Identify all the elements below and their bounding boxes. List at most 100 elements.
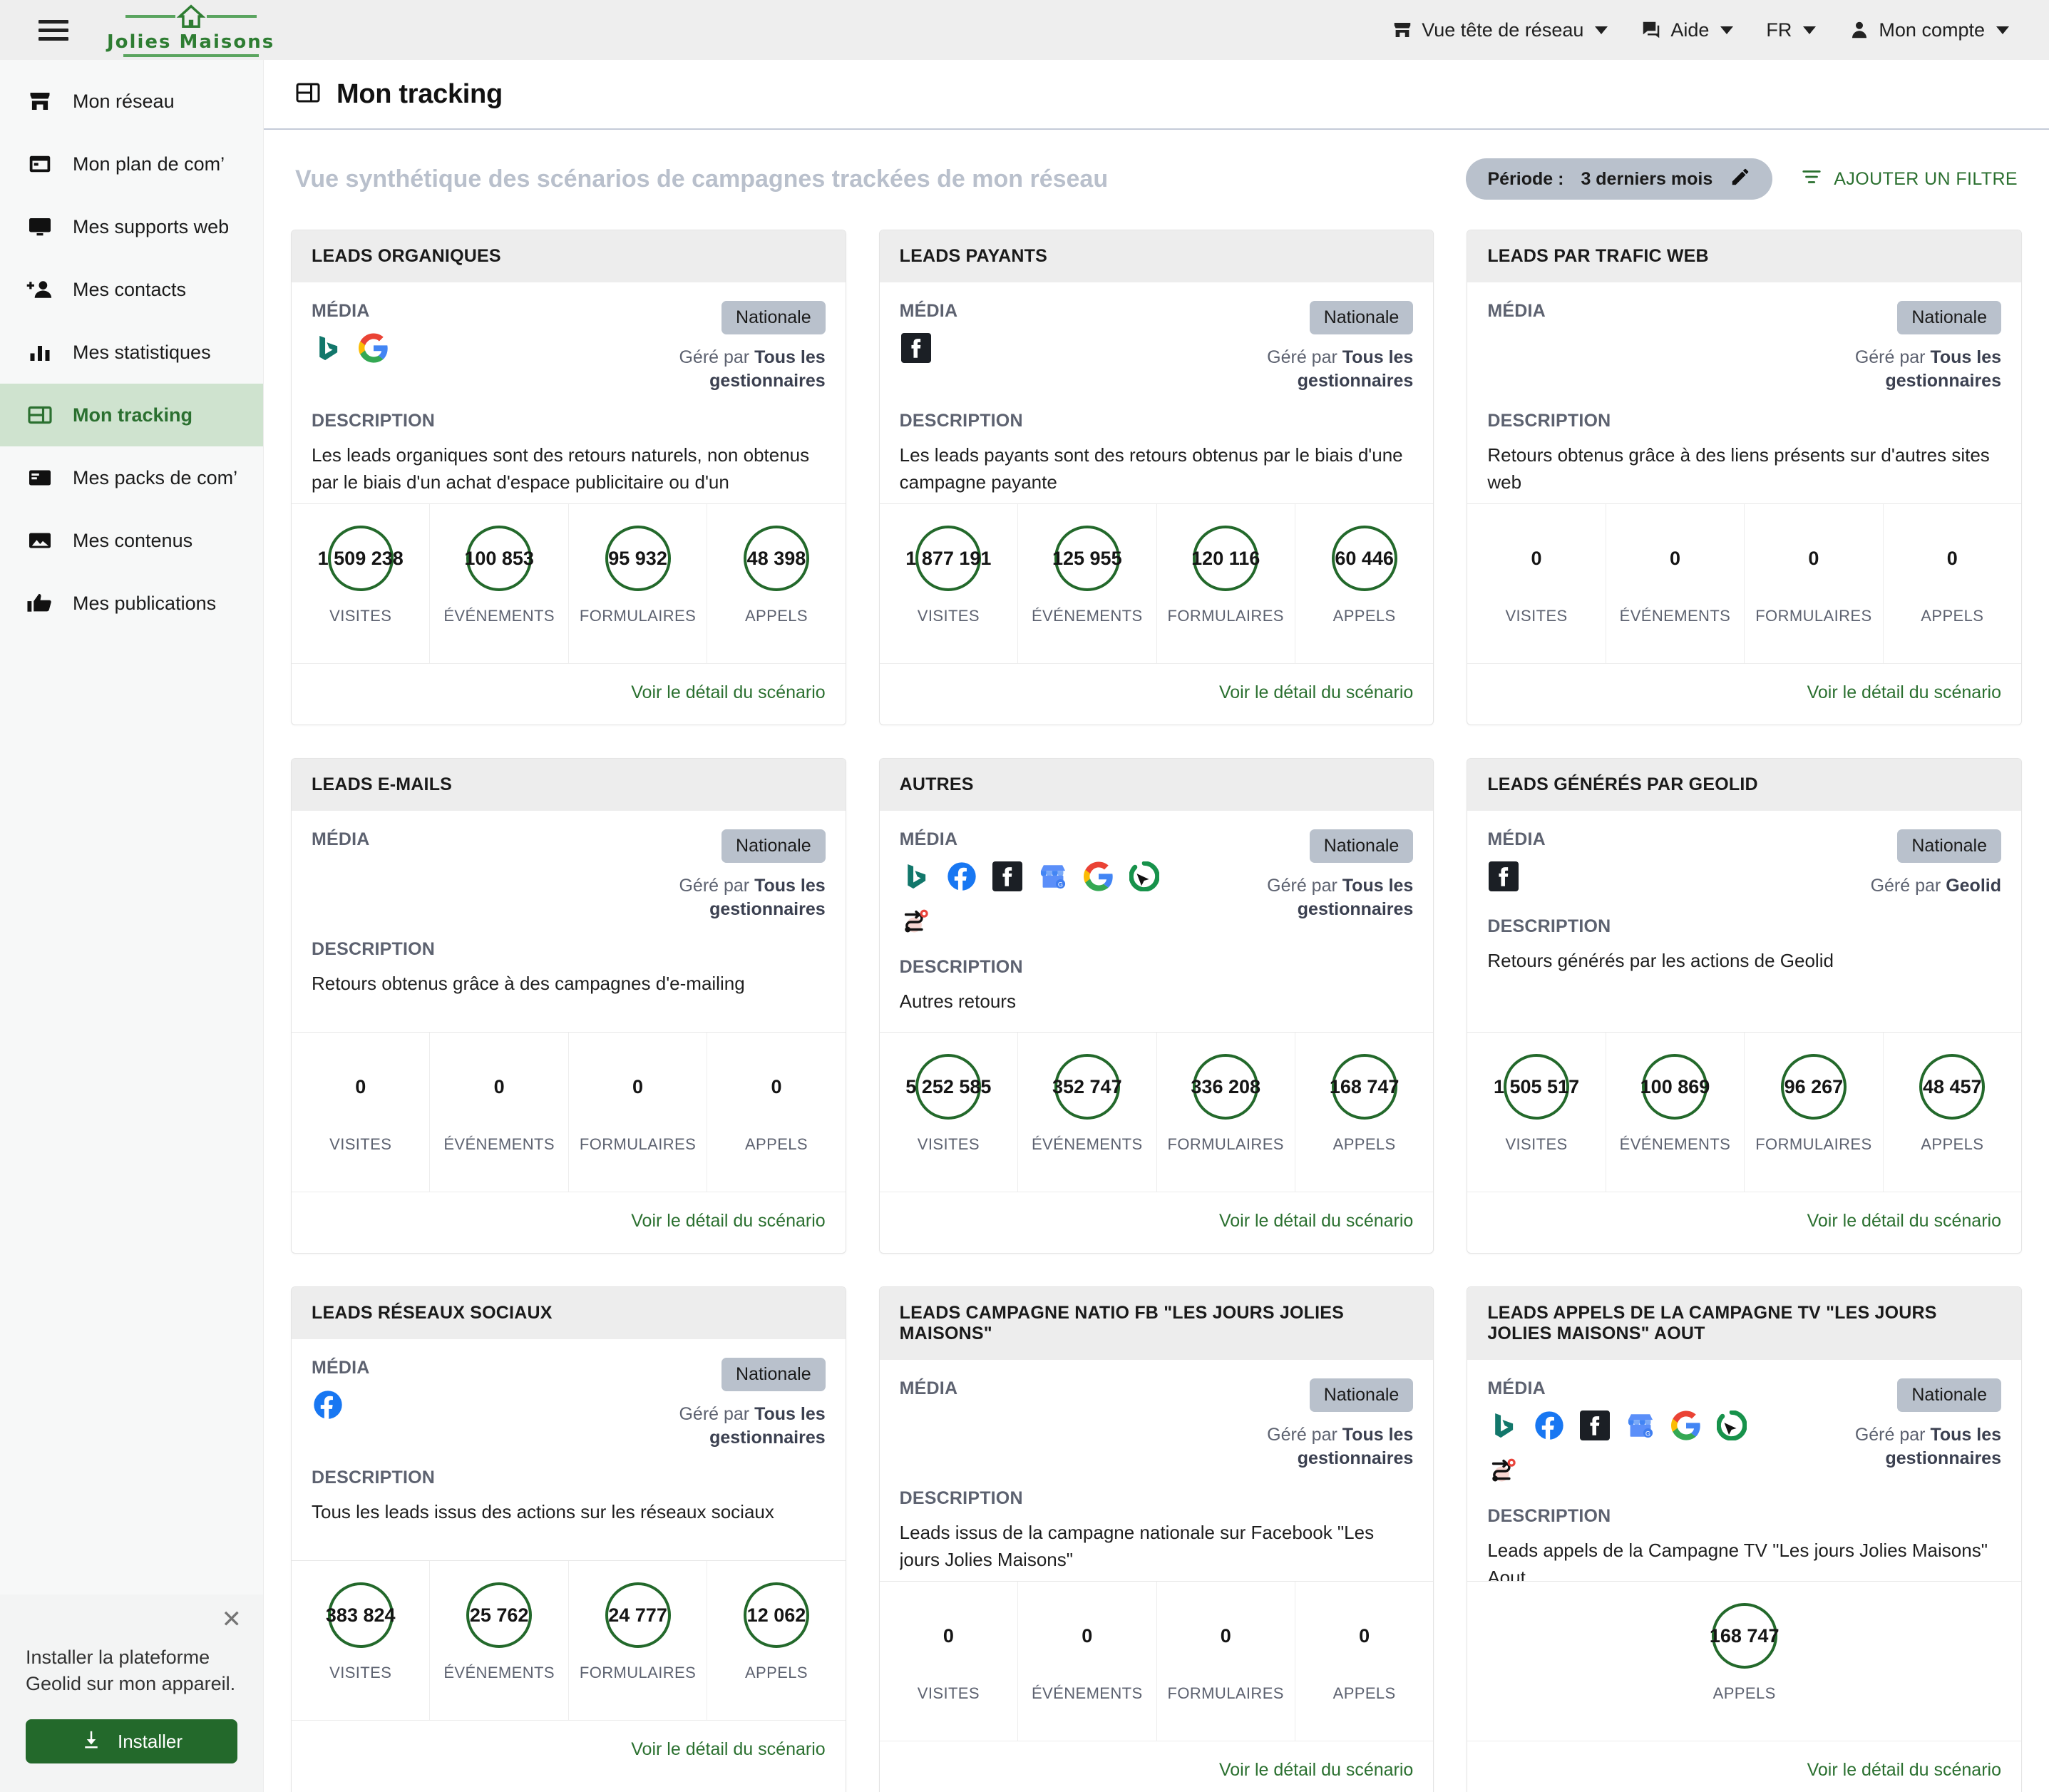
period-filter[interactable]: Période : 3 derniers mois xyxy=(1466,158,1772,200)
sidebar-item-label: Mes contacts xyxy=(73,279,186,301)
scope-badge: Nationale xyxy=(721,829,826,863)
kpi-value: 0 xyxy=(1082,1603,1092,1669)
kpi-appels: 0APPELS xyxy=(1884,504,2021,663)
brand-logo[interactable]: Jolies Maisons xyxy=(107,3,274,57)
sidebar-item-mes-contenus[interactable]: Mes contenus xyxy=(0,509,263,572)
kpi-value: 352 747 xyxy=(1054,1054,1120,1120)
add-filter-button[interactable]: AJOUTER UN FILTRE xyxy=(1801,166,2018,193)
sidebar-item-mon-tracking[interactable]: Mon tracking xyxy=(0,384,263,446)
media-icon-list xyxy=(900,332,1199,364)
sidebar-item-mes-supports-web[interactable]: Mes supports web xyxy=(0,195,263,258)
facebook-square-icon xyxy=(1578,1409,1611,1442)
kpi-visites: 0VISITES xyxy=(1467,504,1606,663)
page-header: Mon tracking xyxy=(264,60,2049,130)
help-chat-icon xyxy=(1640,19,1662,41)
kpi-label: VISITES xyxy=(918,607,980,625)
view-scenario-detail-link[interactable]: Voir le détail du scénario xyxy=(1807,1211,2001,1231)
view-scenario-detail-link[interactable]: Voir le détail du scénario xyxy=(1219,682,1413,702)
description-text: Tous les leads issus des actions sur les… xyxy=(312,1498,826,1525)
kpi-label: APPELS xyxy=(1333,1684,1396,1703)
view-scenario-detail-link[interactable]: Voir le détail du scénario xyxy=(1807,1760,2001,1780)
facebook-square-icon xyxy=(1487,860,1520,893)
tracking-icon xyxy=(26,401,54,429)
install-button[interactable]: Installer xyxy=(26,1719,237,1763)
media-icon-list xyxy=(1487,860,1787,893)
topbar-item-account[interactable]: Mon compte xyxy=(1849,19,2009,41)
card-body: MÉDIANationaleGéré par Tous les gestionn… xyxy=(292,1339,846,1560)
sidebar-item-mon-r-seau[interactable]: Mon réseau xyxy=(0,70,263,133)
person-icon xyxy=(1849,19,1870,41)
chevron-down-icon xyxy=(1595,26,1608,34)
scenario-card: LEADS ORGANIQUESMÉDIANationaleGéré par T… xyxy=(291,230,846,725)
kpi-label: APPELS xyxy=(1333,607,1396,625)
topbar-item-help[interactable]: Aide xyxy=(1640,19,1733,41)
managed-by-prefix: Géré par xyxy=(1871,876,1941,896)
scope-badge: Nationale xyxy=(1310,1378,1414,1412)
facebook-round-icon xyxy=(312,1388,344,1421)
kpi-value: 168 747 xyxy=(1332,1054,1397,1120)
card-footer: Voir le détail du scénario xyxy=(292,1192,846,1253)
kpi-label: VISITES xyxy=(329,1664,391,1682)
view-scenario-detail-link[interactable]: Voir le détail du scénario xyxy=(1219,1760,1413,1780)
managed-by-prefix: Géré par xyxy=(679,347,749,367)
description-text: Autres retours xyxy=(900,988,1414,1015)
media-label: MÉDIA xyxy=(1487,1378,1787,1399)
managed-by-prefix: Géré par xyxy=(679,1404,749,1424)
sidebar-item-mon-plan-de-com[interactable]: Mon plan de com’ xyxy=(0,133,263,195)
kpi-label: VISITES xyxy=(329,607,391,625)
google-icon xyxy=(1670,1409,1703,1442)
description-label: DESCRIPTION xyxy=(1487,411,2001,431)
kpi-label: APPELS xyxy=(1921,1135,1983,1154)
kpi-formulaires: 24 777FORMULAIRES xyxy=(569,1561,707,1720)
kpi-value: 48 398 xyxy=(744,526,809,591)
kpi-visites: 1 505 517VISITES xyxy=(1467,1033,1606,1192)
kpi-formulaires: 0FORMULAIRES xyxy=(1157,1582,1295,1741)
view-scenario-detail-link[interactable]: Voir le détail du scénario xyxy=(1219,1211,1413,1231)
topbar-item-label: FR xyxy=(1766,19,1792,41)
kpi-visites: 5 252 585VISITES xyxy=(880,1033,1018,1192)
kpi-label: VISITES xyxy=(1505,607,1567,625)
kpi-label: APPELS xyxy=(745,607,808,625)
view-scenario-detail-link[interactable]: Voir le détail du scénario xyxy=(631,1739,825,1759)
scenario-card: LEADS E-MAILSMÉDIANationaleGéré par Tous… xyxy=(291,758,846,1254)
facebook-square-icon xyxy=(900,332,933,364)
media-label: MÉDIA xyxy=(312,1358,612,1378)
kpi-appels: 48 398 APPELS xyxy=(707,504,845,663)
sidebar-item-mes-statistiques[interactable]: Mes statistiques xyxy=(0,321,263,384)
kpi-label: ÉVÉNEMENTS xyxy=(1032,1684,1143,1703)
kpi-label: FORMULAIRES xyxy=(580,1664,696,1682)
kpi-value: 96 267 xyxy=(1781,1054,1847,1120)
close-icon[interactable]: ✕ xyxy=(222,1607,242,1632)
card-title: LEADS RÉSEAUX SOCIAUX xyxy=(292,1287,846,1339)
sidebar-nav: Mon réseauMon plan de com’Mes supports w… xyxy=(0,60,263,635)
card-body: MÉDIAGNationaleGéré par Tous les gestion… xyxy=(1467,1360,2021,1581)
topbar-item-language[interactable]: FR xyxy=(1766,19,1816,41)
topbar-item-network-view[interactable]: Vue tête de réseau xyxy=(1392,19,1608,41)
tracking-icon xyxy=(295,80,321,109)
media-label: MÉDIA xyxy=(900,301,1200,322)
page-title: Mon tracking xyxy=(337,79,503,110)
description-label: DESCRIPTION xyxy=(312,411,826,431)
topbar-item-label: Mon compte xyxy=(1879,19,1985,41)
managed-by: Géré par Tous les gestionnaires xyxy=(1787,1423,2001,1470)
pencil-icon[interactable] xyxy=(1730,166,1751,193)
sidebar-item-mes-publications[interactable]: Mes publications xyxy=(0,572,263,635)
view-scenario-detail-link[interactable]: Voir le détail du scénario xyxy=(1807,682,2001,702)
card-footer: Voir le détail du scénario xyxy=(292,663,846,725)
kpi-label: ÉVÉNEMENTS xyxy=(443,607,555,625)
media-label: MÉDIA xyxy=(1487,301,1787,322)
scope-badge: Nationale xyxy=(721,301,826,334)
route-icon xyxy=(1487,1455,1520,1488)
sidebar-item-mes-packs-de-com[interactable]: Mes packs de com’ xyxy=(0,446,263,509)
kpi-value: 1 505 517 xyxy=(1504,1054,1569,1120)
bing-icon xyxy=(1487,1409,1520,1442)
sidebar-item-mes-contacts[interactable]: Mes contacts xyxy=(0,258,263,321)
brand-name: Jolies Maisons xyxy=(107,31,274,53)
description-text: Les leads organiques sont des retours na… xyxy=(312,441,826,497)
view-scenario-detail-link[interactable]: Voir le détail du scénario xyxy=(631,1211,825,1231)
view-scenario-detail-link[interactable]: Voir le détail du scénario xyxy=(631,682,825,702)
kpi-value: 0 xyxy=(943,1603,954,1669)
thumb-up-icon xyxy=(26,589,54,618)
scenario-card: LEADS PAR TRAFIC WEBMÉDIANationaleGéré p… xyxy=(1467,230,2022,725)
hamburger-icon[interactable] xyxy=(38,14,71,46)
